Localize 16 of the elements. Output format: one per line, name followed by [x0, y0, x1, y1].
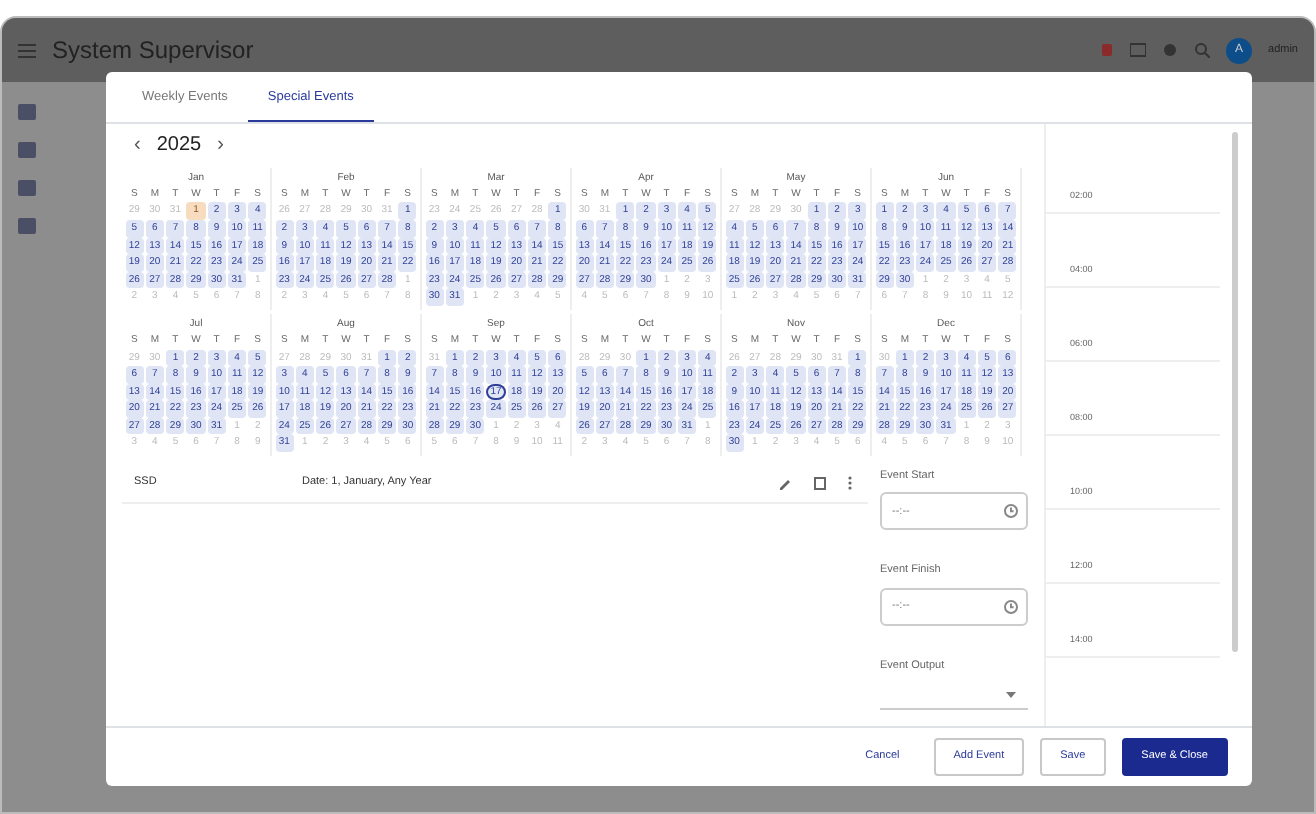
clock-icon[interactable]	[1004, 599, 1018, 614]
sidebar-icon[interactable]	[18, 218, 36, 234]
search-icon[interactable]	[1194, 42, 1211, 58]
copy-icon[interactable]	[814, 476, 826, 491]
sidebar-icon[interactable]	[18, 142, 36, 158]
grid-icon[interactable]	[1130, 42, 1147, 58]
next-year-button[interactable]: ›	[217, 130, 224, 161]
caret-icon	[1006, 691, 1016, 698]
sidebar-icon[interactable]	[18, 180, 36, 196]
app-title: System Supervisor	[52, 34, 254, 68]
year-label: 2025	[156, 132, 202, 161]
previous-year-button[interactable]: ‹	[134, 130, 141, 161]
pencil-icon[interactable]	[778, 476, 792, 491]
sidebar-icon[interactable]	[18, 104, 36, 120]
menu-icon[interactable]	[18, 43, 36, 57]
clock-icon[interactable]	[1004, 504, 1018, 519]
